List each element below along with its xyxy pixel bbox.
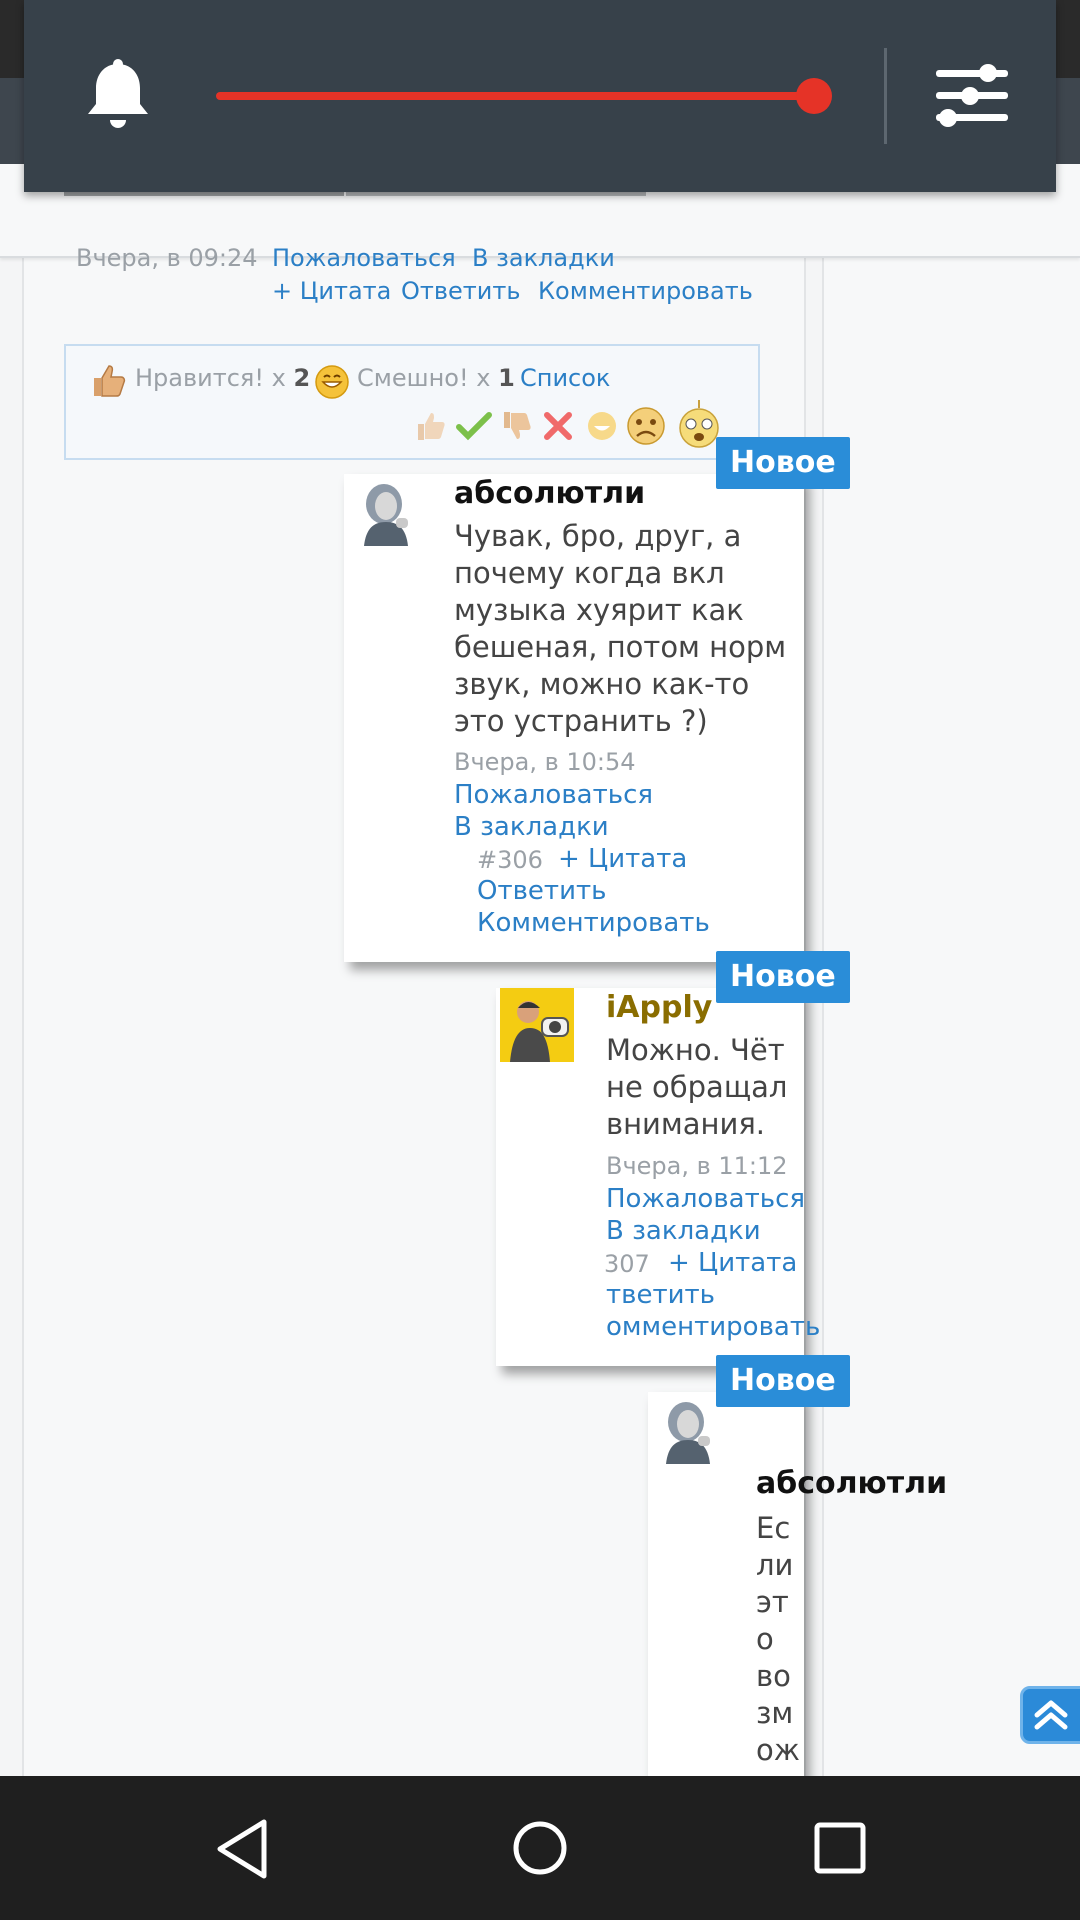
comment-quote-link[interactable]: + Цитата [558,844,687,874]
comment-quote-link[interactable]: + Цитата [668,1248,797,1278]
comment-username[interactable]: iApply [606,990,712,1025]
comment-reply-link[interactable]: Ответить [477,876,606,906]
volume-slider-track[interactable] [216,92,812,100]
sad-react-icon[interactable] [626,406,666,450]
post-comment-link[interactable]: Комментировать [538,277,753,305]
post-time: Вчера, в 09:24 [76,244,258,272]
comment-number: #306 [477,846,543,874]
post-bookmark-link[interactable]: В закладки [472,244,615,272]
back-icon[interactable] [214,1818,270,1884]
funny-label: Смешно! x 1 [357,364,515,392]
thumbs-up-icon [88,360,128,404]
comment-text: Чувак, бро, друг, а почему когда вкл муз… [454,519,787,738]
comment-report-link[interactable]: Пожаловаться [454,780,653,810]
disagree-x-icon[interactable] [542,410,574,446]
home-icon[interactable] [512,1820,568,1880]
comment-bookmark-link[interactable]: В закладки [606,1216,761,1246]
recents-icon[interactable] [814,1822,866,1878]
reactions-list-link[interactable]: Список [520,364,610,392]
scroll-to-top-button[interactable] [1020,1686,1080,1744]
post-reply-link[interactable]: Ответить [401,277,520,305]
comment-bookmark-link[interactable]: В закладки [454,812,609,842]
settings-sliders-icon[interactable] [934,58,1010,138]
user-avatar[interactable] [350,474,422,550]
like-label: Нравится! x 2 [135,364,311,392]
laugh-icon [314,364,350,404]
new-badge: Новое [716,437,850,489]
comment-text: Ес ли эт о во зм ож [756,1511,800,1767]
user-avatar[interactable] [652,1392,724,1468]
comment-time: Вчера, в 11:12 [606,1152,788,1180]
comment-comment-link[interactable]: Комментировать [477,908,710,938]
like-react-icon[interactable] [412,408,448,448]
funny-react-icon[interactable] [586,410,618,446]
post-report-link[interactable]: Пожаловаться [272,244,456,272]
comment-username[interactable]: абсолютли [454,476,645,511]
comment-text: Можно. Чёт не обращал внимания. [606,1033,788,1141]
agree-check-icon[interactable] [456,410,492,446]
comment-reply-link[interactable]: тветить [606,1280,715,1310]
new-badge: Новое [716,951,850,1003]
dislike-react-icon[interactable] [498,408,534,448]
comment-number: 307 [604,1250,650,1278]
panel-divider [884,48,887,144]
comment-report-link[interactable]: Пожаловаться [606,1184,805,1214]
new-badge: Новое [716,1355,850,1407]
comment-time: Вчера, в 10:54 [454,748,636,776]
comment-comment-link[interactable]: омментировать [606,1312,820,1342]
post-quote-link[interactable]: + Цитата [272,277,391,305]
user-avatar[interactable] [500,988,574,1066]
volume-slider-thumb[interactable] [796,78,832,114]
comment-username[interactable]: абсолютли [756,1466,947,1501]
sidebar-column [822,164,1080,1776]
bell-icon[interactable] [86,58,150,136]
